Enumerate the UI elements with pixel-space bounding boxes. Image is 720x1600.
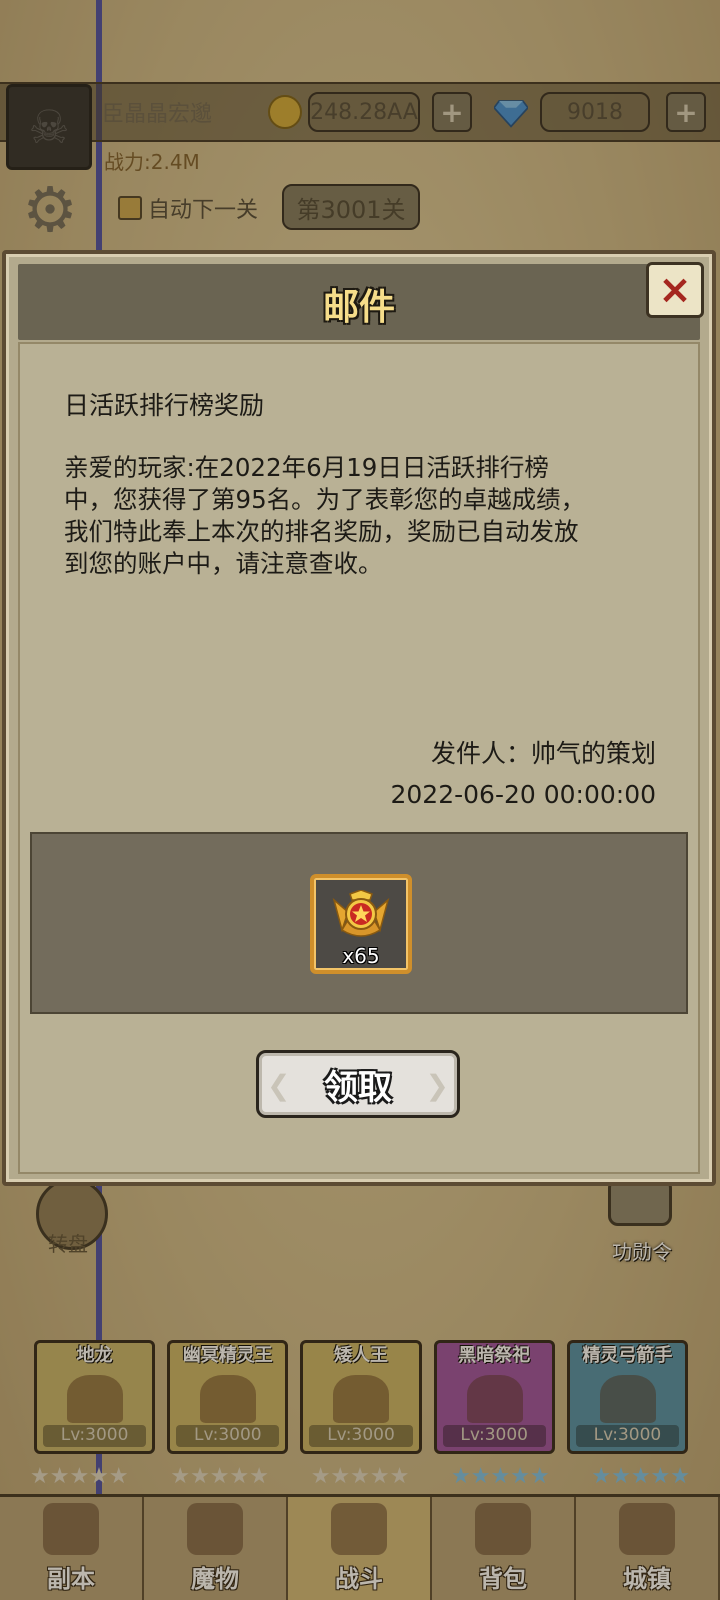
mail-body: 亲爱的玩家:在2022年6月19日日活跃排行榜 中，您获得了第95名。为了表彰您… (64, 453, 586, 578)
mail-dialog: 邮件 × 日活跃排行榜奖励 亲爱的玩家:在2022年6月19日日活跃排行榜 中，… (2, 250, 716, 1186)
close-button[interactable]: × (646, 262, 704, 318)
reward-area: x65 (30, 832, 688, 1014)
mail-sender: 发件人：帅气的策划 (430, 739, 656, 768)
reward-item[interactable]: x65 (310, 874, 412, 974)
claim-label: 领取 (324, 1067, 392, 1108)
mail-date: 2022-06-20 00:00:00 (390, 780, 656, 809)
dialog-title: 邮件 (322, 287, 395, 328)
chevron-right-icon: ❯ (425, 1069, 449, 1102)
medal-icon (332, 890, 390, 937)
claim-button[interactable]: ❮ 领取 ❯ (256, 1050, 460, 1118)
chevron-left-icon: ❮ (267, 1069, 291, 1102)
dialog-header: 邮件 (18, 264, 700, 340)
mail-panel: 日活跃排行榜奖励 亲爱的玩家:在2022年6月19日日活跃排行榜 中，您获得了第… (18, 342, 700, 1174)
reward-quantity: x65 (342, 944, 380, 968)
mail-subject: 日活跃排行榜奖励 (64, 391, 265, 420)
close-icon: × (658, 267, 692, 313)
